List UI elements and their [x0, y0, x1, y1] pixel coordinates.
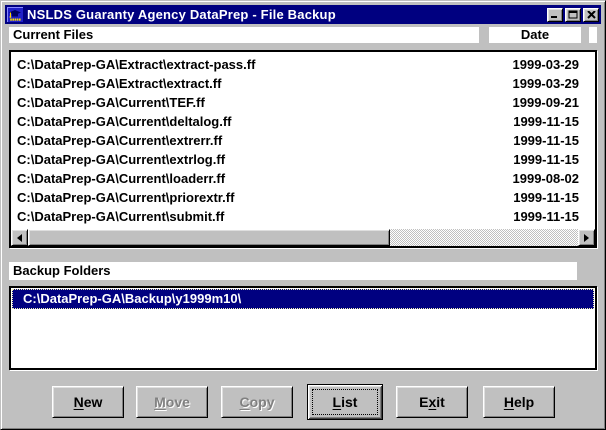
minimize-icon	[550, 10, 560, 19]
arrow-right-icon	[584, 234, 589, 242]
file-rows: C:\DataPrep-GA\Extract\extract-pass.ff 19…	[11, 55, 595, 226]
file-path: C:\DataPrep-GA\Current\deltalog.ff	[11, 112, 232, 131]
horizontal-scrollbar[interactable]	[11, 229, 595, 246]
file-date: 1999-11-15	[513, 131, 595, 150]
date-header: Date	[489, 27, 581, 43]
file-date: 1999-11-15	[513, 150, 595, 169]
help-button[interactable]: Help	[483, 386, 555, 418]
file-row[interactable]: C:\DataPrep-GA\Current\extrerr.ff 1999-11…	[11, 131, 595, 150]
file-path: C:\DataPrep-GA\Extract\extract-pass.ff	[11, 55, 255, 74]
file-path: C:\DataPrep-GA\Current\priorextr.ff	[11, 188, 234, 207]
copy-button[interactable]: Copy	[221, 386, 293, 418]
close-icon	[587, 11, 596, 19]
window-controls	[547, 8, 599, 22]
backup-folders-header: Backup Folders	[9, 262, 577, 280]
file-date: 1999-11-15	[513, 188, 595, 207]
file-path: C:\DataPrep-GA\Extract\extract.ff	[11, 74, 221, 93]
scroll-left-button[interactable]	[11, 229, 28, 246]
file-date: 1999-11-15	[513, 207, 595, 226]
file-row[interactable]: C:\DataPrep-GA\Current\extrlog.ff 1999-11…	[11, 150, 595, 169]
current-files-list[interactable]: C:\DataPrep-GA\Extract\extract-pass.ff 19…	[9, 50, 597, 248]
file-row[interactable]: C:\DataPrep-GA\Current\loaderr.ff 1999-08…	[11, 169, 595, 188]
minimize-button[interactable]	[547, 8, 563, 22]
file-path: C:\DataPrep-GA\Current\extrerr.ff	[11, 131, 222, 150]
backup-folder-item-selected[interactable]: C:\DataPrep-GA\Backup\y1999m10\	[12, 289, 594, 309]
arrow-left-icon	[17, 234, 22, 242]
list-button[interactable]: List	[307, 384, 383, 420]
file-date: 1999-03-29	[513, 55, 596, 74]
maximize-icon	[568, 10, 579, 19]
window: NSLDS Guaranty Agency DataPrep - File Ba…	[0, 0, 606, 430]
file-date: 1999-11-15	[513, 112, 595, 131]
scroll-right-button[interactable]	[578, 229, 595, 246]
backup-folders-list[interactable]: C:\DataPrep-GA\Backup\y1999m10\	[9, 286, 597, 370]
file-path: C:\DataPrep-GA\Current\TEF.ff	[11, 93, 205, 112]
file-date: 1999-08-02	[513, 169, 596, 188]
file-row[interactable]: C:\DataPrep-GA\Current\deltalog.ff 1999-1…	[11, 112, 595, 131]
move-button[interactable]: Move	[136, 386, 208, 418]
file-row[interactable]: C:\DataPrep-GA\Extract\extract.ff 1999-03…	[11, 74, 595, 93]
file-date: 1999-09-21	[513, 93, 596, 112]
maximize-button[interactable]	[565, 8, 581, 22]
nslds-graduation-cap-icon	[7, 7, 23, 22]
titlebar[interactable]: NSLDS Guaranty Agency DataPrep - File Ba…	[5, 5, 601, 24]
file-row[interactable]: C:\DataPrep-GA\Current\TEF.ff 1999-09-21	[11, 93, 595, 112]
close-button[interactable]	[583, 8, 599, 22]
header-spacer	[589, 27, 597, 43]
file-row[interactable]: C:\DataPrep-GA\Current\priorextr.ff 1999-…	[11, 188, 595, 207]
new-button[interactable]: New	[52, 386, 124, 418]
file-path: C:\DataPrep-GA\Current\extrlog.ff	[11, 150, 225, 169]
file-path: C:\DataPrep-GA\Current\submit.ff	[11, 207, 224, 226]
file-row[interactable]: C:\DataPrep-GA\Extract\extract-pass.ff 19…	[11, 55, 595, 74]
current-files-header: Current Files	[9, 27, 479, 43]
file-date: 1999-03-29	[513, 74, 596, 93]
file-row[interactable]: C:\DataPrep-GA\Current\submit.ff 1999-11-…	[11, 207, 595, 226]
file-path: C:\DataPrep-GA\Current\loaderr.ff	[11, 169, 225, 188]
scrollbar-thumb[interactable]	[28, 229, 390, 246]
exit-button[interactable]: Exit	[396, 386, 468, 418]
window-title: NSLDS Guaranty Agency DataPrep - File Ba…	[27, 7, 336, 22]
